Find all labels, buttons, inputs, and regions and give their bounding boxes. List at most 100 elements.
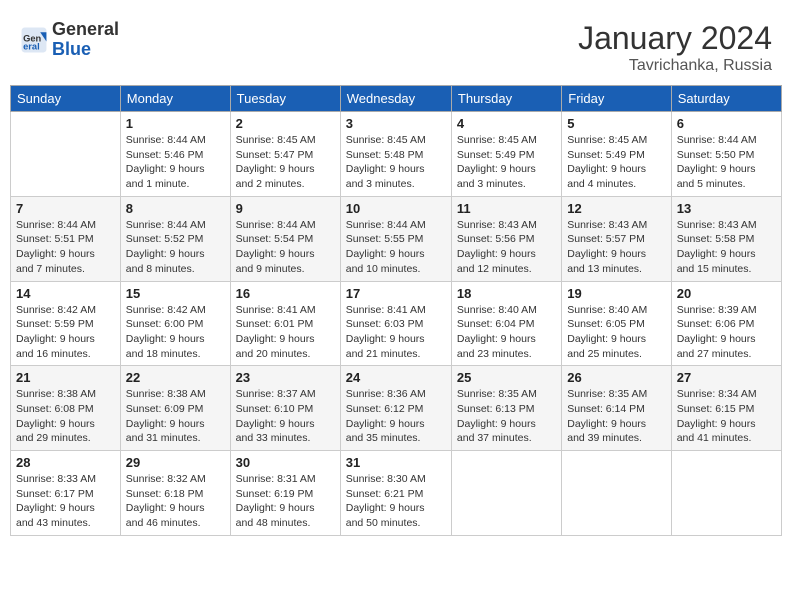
calendar-cell: 10 Sunrise: 8:44 AM Sunset: 5:55 PM Dayli… [340, 196, 451, 281]
day-number: 22 [126, 370, 225, 385]
day-info: Sunrise: 8:40 AM Sunset: 6:04 PM Dayligh… [457, 303, 556, 362]
header: Gen eral General Blue January 2024 Tavri… [10, 10, 782, 80]
day-number: 10 [346, 201, 446, 216]
calendar-cell: 15Sunrise: 8:42 AM Sunset: 6:00 PM Dayli… [120, 281, 230, 366]
calendar-cell: 25Sunrise: 8:35 AM Sunset: 6:13 PM Dayli… [451, 366, 561, 451]
calendar-week-row: 28 Sunrise: 8:33 AM Sunset: 6:17 PM Dayli… [11, 451, 782, 536]
day-info: Sunrise: 8:43 AM Sunset: 5:58 PM Dayligh… [677, 218, 776, 277]
day-info: Sunrise: 8:41 AM Sunset: 6:01 PM Dayligh… [236, 303, 335, 362]
calendar-cell [562, 451, 671, 536]
day-number: 31 [346, 455, 446, 470]
day-info: Sunrise: 8:44 AM Sunset: 5:52 PM Dayligh… [126, 218, 225, 277]
day-info: Sunrise: 8:42 AM Sunset: 5:59 PM Dayligh… [16, 303, 115, 362]
calendar-cell: 19Sunrise: 8:40 AM Sunset: 6:05 PM Dayli… [562, 281, 671, 366]
day-info: Sunrise: 8:45 AM Sunset: 5:49 PM Dayligh… [457, 133, 556, 192]
calendar-week-row: 1Sunrise: 8:44 AM Sunset: 5:46 PM Daylig… [11, 112, 782, 197]
day-info: Sunrise: 8:39 AM Sunset: 6:06 PM Dayligh… [677, 303, 776, 362]
day-number: 11 [457, 201, 556, 216]
day-header-sunday: Sunday [11, 86, 121, 112]
day-header-wednesday: Wednesday [340, 86, 451, 112]
day-info: Sunrise: 8:43 AM Sunset: 5:57 PM Dayligh… [567, 218, 665, 277]
calendar-cell: 5 Sunrise: 8:45 AM Sunset: 5:49 PM Daylig… [562, 112, 671, 197]
calendar-cell [671, 451, 781, 536]
calendar-cell: 23Sunrise: 8:37 AM Sunset: 6:10 PM Dayli… [230, 366, 340, 451]
calendar-header-row: SundayMondayTuesdayWednesdayThursdayFrid… [11, 86, 782, 112]
logo-general-text: General [52, 19, 119, 39]
day-info: Sunrise: 8:44 AM Sunset: 5:51 PM Dayligh… [16, 218, 115, 277]
day-info: Sunrise: 8:33 AM Sunset: 6:17 PM Dayligh… [16, 472, 115, 531]
calendar-cell: 7 Sunrise: 8:44 AM Sunset: 5:51 PM Daylig… [11, 196, 121, 281]
day-number: 27 [677, 370, 776, 385]
calendar-cell: 26Sunrise: 8:35 AM Sunset: 6:14 PM Dayli… [562, 366, 671, 451]
day-number: 21 [16, 370, 115, 385]
day-info: Sunrise: 8:36 AM Sunset: 6:12 PM Dayligh… [346, 387, 446, 446]
calendar-cell: 9 Sunrise: 8:44 AM Sunset: 5:54 PM Daylig… [230, 196, 340, 281]
day-info: Sunrise: 8:34 AM Sunset: 6:15 PM Dayligh… [677, 387, 776, 446]
day-info: Sunrise: 8:43 AM Sunset: 5:56 PM Dayligh… [457, 218, 556, 277]
day-info: Sunrise: 8:45 AM Sunset: 5:49 PM Dayligh… [567, 133, 665, 192]
calendar-cell: 28 Sunrise: 8:33 AM Sunset: 6:17 PM Dayli… [11, 451, 121, 536]
day-number: 7 [16, 201, 115, 216]
day-info: Sunrise: 8:37 AM Sunset: 6:10 PM Dayligh… [236, 387, 335, 446]
day-info: Sunrise: 8:44 AM Sunset: 5:55 PM Dayligh… [346, 218, 446, 277]
calendar-cell: 20 Sunrise: 8:39 AM Sunset: 6:06 PM Dayli… [671, 281, 781, 366]
day-number: 29 [126, 455, 225, 470]
calendar-cell: 17Sunrise: 8:41 AM Sunset: 6:03 PM Dayli… [340, 281, 451, 366]
day-number: 3 [346, 116, 446, 131]
day-info: Sunrise: 8:45 AM Sunset: 5:47 PM Dayligh… [236, 133, 335, 192]
calendar-cell: 16Sunrise: 8:41 AM Sunset: 6:01 PM Dayli… [230, 281, 340, 366]
calendar-cell: 22 Sunrise: 8:38 AM Sunset: 6:09 PM Dayli… [120, 366, 230, 451]
calendar-cell: 12 Sunrise: 8:43 AM Sunset: 5:57 PM Dayli… [562, 196, 671, 281]
day-header-thursday: Thursday [451, 86, 561, 112]
day-info: Sunrise: 8:30 AM Sunset: 6:21 PM Dayligh… [346, 472, 446, 531]
day-info: Sunrise: 8:35 AM Sunset: 6:13 PM Dayligh… [457, 387, 556, 446]
day-number: 9 [236, 201, 335, 216]
calendar-table: SundayMondayTuesdayWednesdayThursdayFrid… [10, 85, 782, 536]
logo-icon: Gen eral [20, 26, 48, 54]
calendar-cell: 13 Sunrise: 8:43 AM Sunset: 5:58 PM Dayli… [671, 196, 781, 281]
calendar-cell: 11 Sunrise: 8:43 AM Sunset: 5:56 PM Dayli… [451, 196, 561, 281]
calendar-cell: 1Sunrise: 8:44 AM Sunset: 5:46 PM Daylig… [120, 112, 230, 197]
day-info: Sunrise: 8:44 AM Sunset: 5:50 PM Dayligh… [677, 133, 776, 192]
calendar-cell: 24Sunrise: 8:36 AM Sunset: 6:12 PM Dayli… [340, 366, 451, 451]
day-info: Sunrise: 8:32 AM Sunset: 6:18 PM Dayligh… [126, 472, 225, 531]
day-number: 12 [567, 201, 665, 216]
day-info: Sunrise: 8:38 AM Sunset: 6:09 PM Dayligh… [126, 387, 225, 446]
day-header-friday: Friday [562, 86, 671, 112]
day-info: Sunrise: 8:35 AM Sunset: 6:14 PM Dayligh… [567, 387, 665, 446]
day-info: Sunrise: 8:44 AM Sunset: 5:54 PM Dayligh… [236, 218, 335, 277]
day-number: 8 [126, 201, 225, 216]
calendar-subtitle: Tavrichanka, Russia [578, 57, 772, 75]
day-number: 6 [677, 116, 776, 131]
day-info: Sunrise: 8:45 AM Sunset: 5:48 PM Dayligh… [346, 133, 446, 192]
svg-text:eral: eral [23, 41, 40, 51]
calendar-cell: 14 Sunrise: 8:42 AM Sunset: 5:59 PM Dayli… [11, 281, 121, 366]
day-number: 4 [457, 116, 556, 131]
calendar-cell: 2 Sunrise: 8:45 AM Sunset: 5:47 PM Daylig… [230, 112, 340, 197]
day-number: 18 [457, 286, 556, 301]
day-number: 15 [126, 286, 225, 301]
day-number: 28 [16, 455, 115, 470]
day-info: Sunrise: 8:41 AM Sunset: 6:03 PM Dayligh… [346, 303, 446, 362]
calendar-cell: 31 Sunrise: 8:30 AM Sunset: 6:21 PM Dayli… [340, 451, 451, 536]
day-number: 20 [677, 286, 776, 301]
day-info: Sunrise: 8:40 AM Sunset: 6:05 PM Dayligh… [567, 303, 665, 362]
day-number: 5 [567, 116, 665, 131]
calendar-cell [451, 451, 561, 536]
calendar-cell: 30Sunrise: 8:31 AM Sunset: 6:19 PM Dayli… [230, 451, 340, 536]
day-number: 2 [236, 116, 335, 131]
calendar-cell: 8 Sunrise: 8:44 AM Sunset: 5:52 PM Daylig… [120, 196, 230, 281]
calendar-cell: 21 Sunrise: 8:38 AM Sunset: 6:08 PM Dayli… [11, 366, 121, 451]
day-number: 30 [236, 455, 335, 470]
calendar-week-row: 7 Sunrise: 8:44 AM Sunset: 5:51 PM Daylig… [11, 196, 782, 281]
calendar-cell: 29 Sunrise: 8:32 AM Sunset: 6:18 PM Dayli… [120, 451, 230, 536]
calendar-week-row: 21 Sunrise: 8:38 AM Sunset: 6:08 PM Dayli… [11, 366, 782, 451]
day-header-tuesday: Tuesday [230, 86, 340, 112]
day-number: 14 [16, 286, 115, 301]
day-number: 13 [677, 201, 776, 216]
title-block: January 2024 Tavrichanka, Russia [578, 20, 772, 75]
calendar-cell: 6 Sunrise: 8:44 AM Sunset: 5:50 PM Daylig… [671, 112, 781, 197]
calendar-cell: 27 Sunrise: 8:34 AM Sunset: 6:15 PM Dayli… [671, 366, 781, 451]
day-info: Sunrise: 8:38 AM Sunset: 6:08 PM Dayligh… [16, 387, 115, 446]
calendar-cell: 4 Sunrise: 8:45 AM Sunset: 5:49 PM Daylig… [451, 112, 561, 197]
